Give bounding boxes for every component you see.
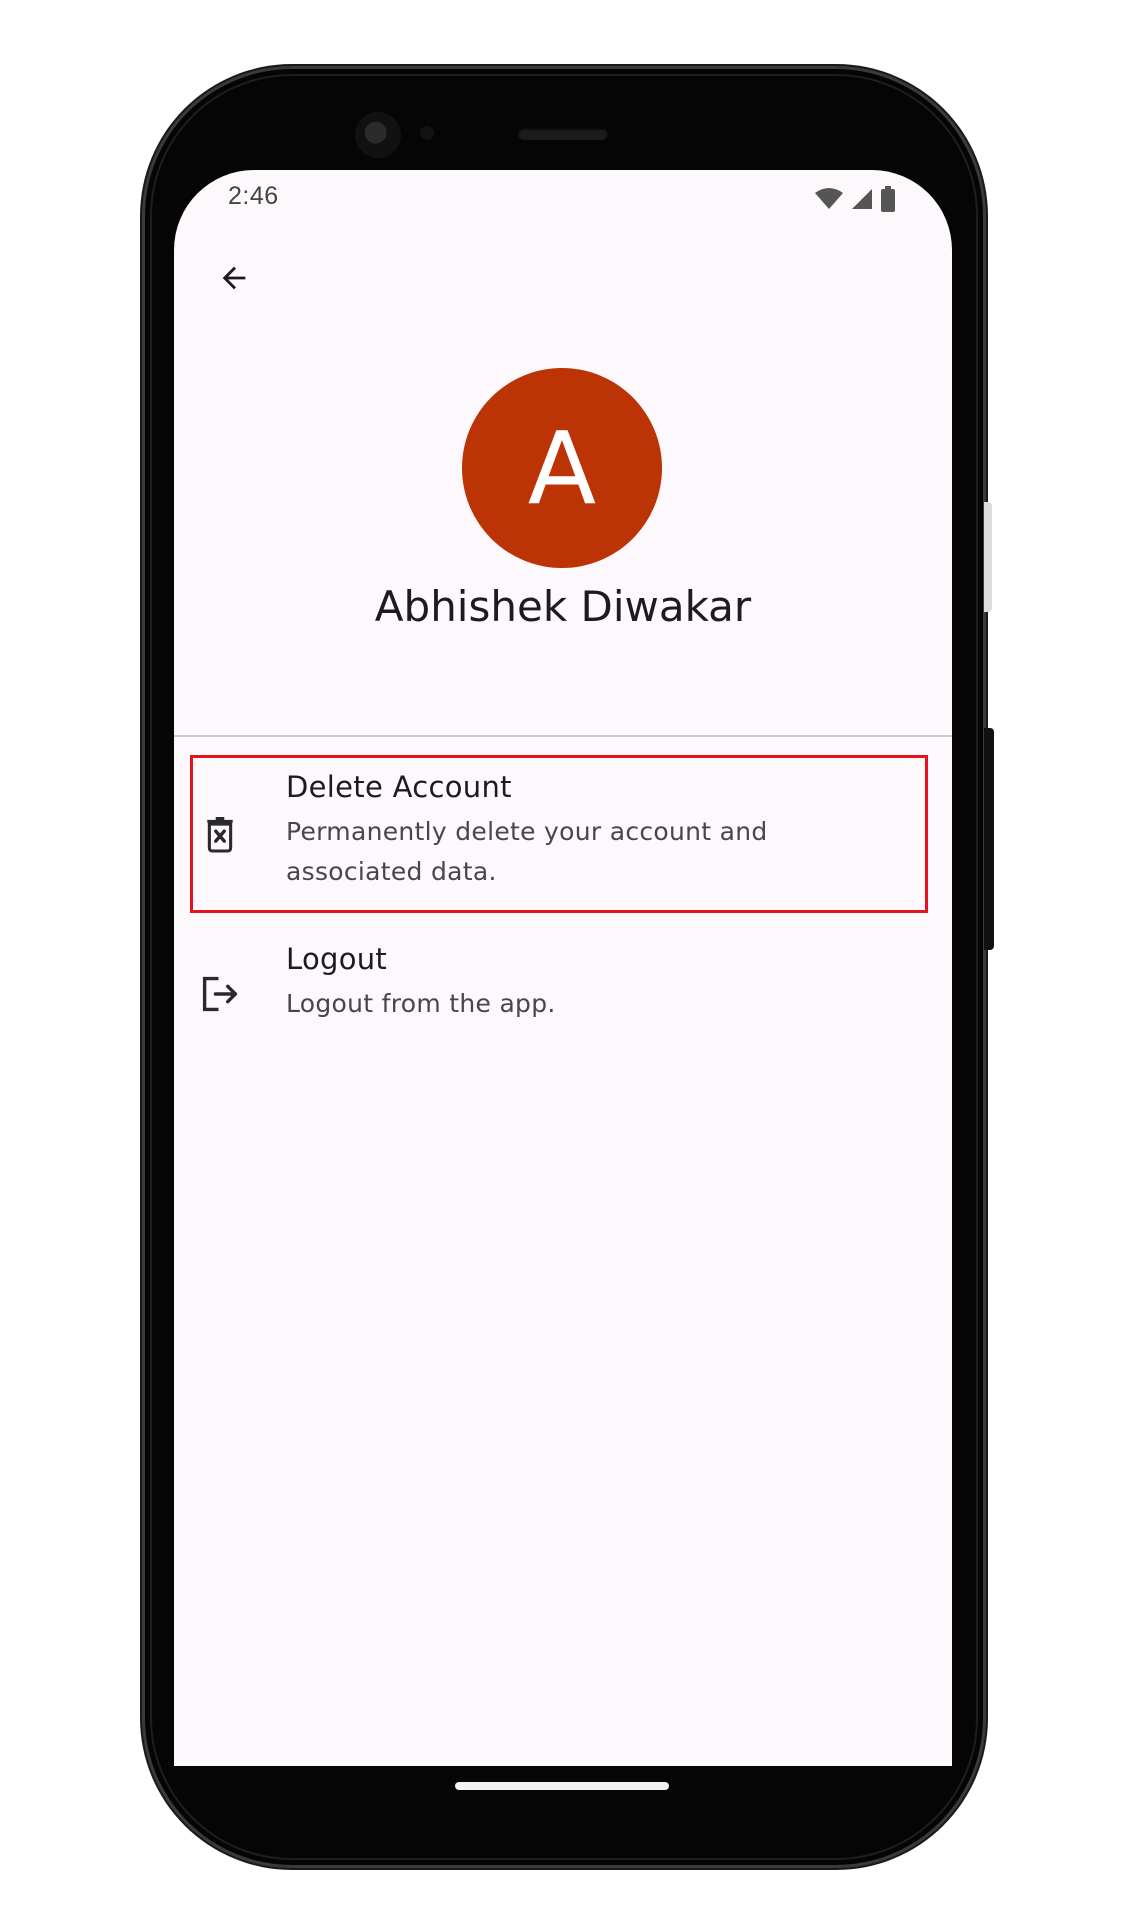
delete-account-subtitle: Permanently delete your account and asso… (286, 817, 768, 886)
delete-account-icon (200, 814, 240, 854)
logout-item[interactable]: Logout Logout from the app. (174, 922, 952, 1052)
wifi-icon (814, 187, 844, 211)
delete-account-item[interactable]: Delete Account Permanently delete your a… (174, 750, 952, 920)
user-name: Abhishek Diwakar (374, 582, 752, 631)
avatar-letter: A (527, 410, 597, 527)
avatar: A (462, 368, 662, 568)
volume-button (984, 502, 992, 612)
proximity-sensor (420, 126, 434, 140)
cellular-signal-icon (850, 187, 874, 211)
stage: 2:46 A Abhishek Diwakar Delete Account P… (0, 0, 1127, 1920)
logout-subtitle: Logout from the app. (286, 989, 556, 1018)
status-time: 2:46 (228, 182, 279, 210)
status-icons (814, 186, 896, 212)
logout-title: Logout (286, 942, 388, 976)
gesture-nav-handle[interactable] (455, 1782, 669, 1790)
status-bar: 2:46 (174, 170, 952, 226)
back-button[interactable] (202, 248, 266, 312)
logout-icon (200, 974, 240, 1014)
earpiece-speaker (518, 128, 608, 140)
app-screen: 2:46 A Abhishek Diwakar Delete Account P… (174, 170, 952, 1766)
battery-icon (880, 186, 896, 212)
arrow-back-icon (217, 261, 251, 300)
divider (174, 735, 952, 737)
delete-account-title: Delete Account (286, 770, 512, 804)
front-camera (355, 112, 401, 158)
power-button (984, 728, 994, 950)
